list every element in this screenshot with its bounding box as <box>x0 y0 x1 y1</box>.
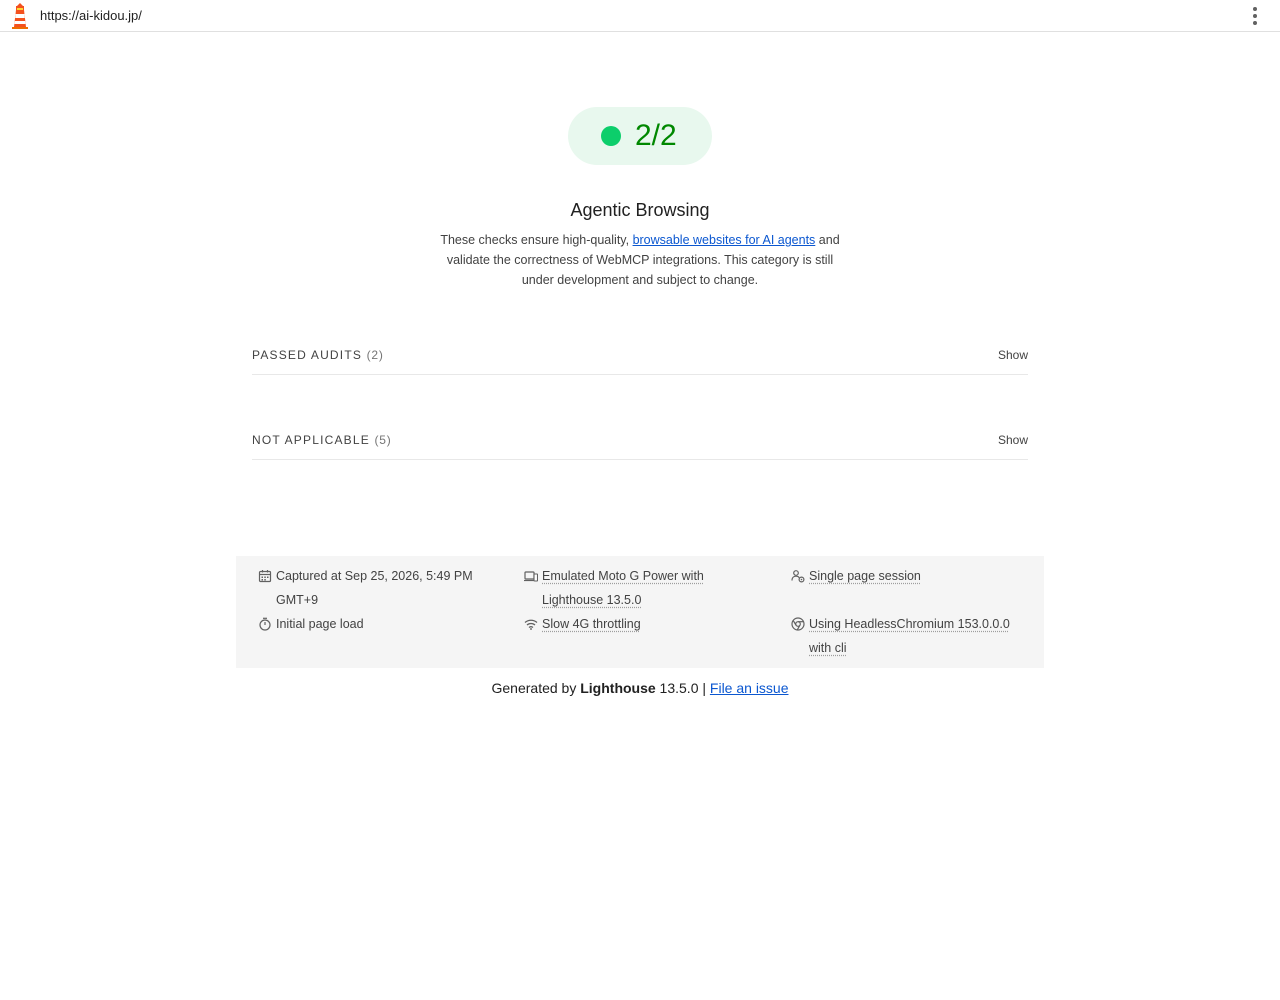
env-captured-text: Captured at Sep 25, 2026, 5:49 PM GMT+9 <box>276 569 473 607</box>
devices-icon <box>524 571 538 582</box>
stopwatch-icon <box>259 617 271 631</box>
category-description: These checks ensure high-quality, browsa… <box>430 230 850 290</box>
env-session: Single page session <box>791 564 1031 588</box>
passed-audits-count: (2) <box>366 348 384 362</box>
env-device: Emulated Moto G Power with Lighthouse 13… <box>524 564 754 612</box>
env-browser-text: Using HeadlessChromium 153.0.0.0 with cl… <box>809 617 1010 655</box>
passed-audits-show-button[interactable]: Show <box>998 348 1028 362</box>
session-icon <box>791 570 805 583</box>
not-applicable-count: (5) <box>374 433 392 447</box>
not-applicable-label: NOT APPLICABLE <box>252 433 370 447</box>
score-pass-dot <box>601 126 621 146</box>
page-url: https://ai-kidou.jp/ <box>40 8 142 23</box>
top-bar: https://ai-kidou.jp/ <box>0 0 1280 32</box>
env-browser: Using HeadlessChromium 153.0.0.0 with cl… <box>791 612 1031 660</box>
browsable-websites-link[interactable]: browsable websites for AI agents <box>633 233 816 247</box>
more-vertical-icon[interactable] <box>1244 5 1266 27</box>
footer-brand: Lighthouse <box>580 680 656 696</box>
env-load-text: Initial page load <box>276 617 364 631</box>
footer-prefix: Generated by <box>491 680 581 696</box>
passed-audits-title: PASSED AUDITS (2) <box>252 348 384 362</box>
wifi-icon <box>524 619 538 630</box>
runtime-settings: Captured at Sep 25, 2026, 5:49 PM GMT+9 … <box>236 556 1044 668</box>
lighthouse-logo-icon <box>12 3 28 29</box>
description-text-start: These checks ensure high-quality, <box>440 233 633 247</box>
not-applicable-show-button[interactable]: Show <box>998 433 1028 447</box>
env-throttling: Slow 4G throttling <box>524 612 754 636</box>
not-applicable-group: NOT APPLICABLE (5) Show <box>252 430 1028 460</box>
passed-audits-group: PASSED AUDITS (2) Show <box>252 345 1028 375</box>
not-applicable-title: NOT APPLICABLE (5) <box>252 433 392 447</box>
env-captured: Captured at Sep 25, 2026, 5:49 PM GMT+9 <box>258 564 498 612</box>
env-load: Initial page load <box>258 612 498 636</box>
score-value: 2/2 <box>635 119 677 152</box>
footer-version: 13.5.0 | <box>655 680 710 696</box>
env-device-text: Emulated Moto G Power with Lighthouse 13… <box>542 569 704 607</box>
category-title: Agentic Browsing <box>570 200 710 220</box>
chrome-icon <box>791 617 805 631</box>
env-session-text: Single page session <box>809 569 921 583</box>
passed-audits-label: PASSED AUDITS <box>252 348 363 362</box>
calendar-icon <box>258 570 272 583</box>
env-throttling-text: Slow 4G throttling <box>542 617 641 631</box>
report-footer: Generated by Lighthouse 13.5.0 | File an… <box>0 678 1280 698</box>
file-issue-link[interactable]: File an issue <box>710 680 789 696</box>
category-score-badge: 2/2 <box>568 107 712 165</box>
